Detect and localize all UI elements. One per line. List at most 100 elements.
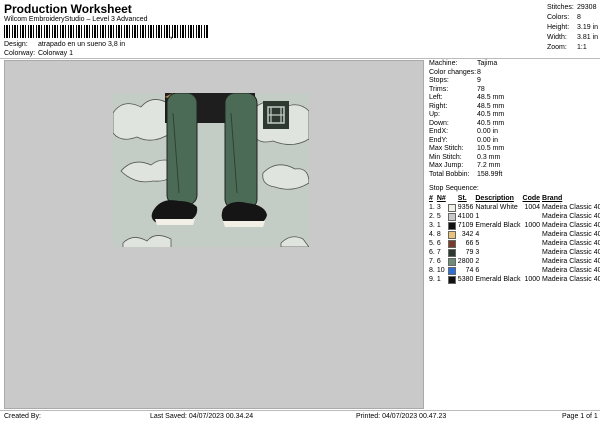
- design-row: Design: atrapado en un sueno 3,8 in: [4, 41, 125, 48]
- page-title: Production Worksheet: [4, 2, 132, 16]
- stop-needle: 1: [436, 222, 441, 229]
- stop-brand: Madeira Classic 40: [542, 213, 600, 220]
- stop-needle: 3: [436, 204, 441, 211]
- stop-sequence-title: Stop Sequence:: [429, 185, 479, 192]
- stop-swatch: [447, 257, 458, 266]
- stat-zoom: Zoom: 1:1: [547, 44, 587, 51]
- stat-width: Width: 3.81 in: [547, 34, 599, 41]
- stat-height: Height: 3.19 in: [547, 24, 599, 31]
- thread-color-swatch: [447, 203, 456, 212]
- stop-needle: 6: [436, 240, 441, 247]
- stop-stitches: 4100: [457, 213, 474, 220]
- stop-code: [523, 212, 543, 221]
- software-subtitle: Wilcom EmbroideryStudio – Level 3 Advanc…: [4, 16, 148, 23]
- info-total-bobbin: Total Bobbin: 158.99ft: [429, 170, 503, 178]
- design-value: atrapado en un sueno 3,8 in: [37, 41, 126, 48]
- stop-brand: Madeira Classic 40: [542, 204, 600, 211]
- footer-created-by: Created By:: [4, 413, 41, 420]
- stop-swatch: [447, 248, 458, 257]
- stop-stitches: 9356: [457, 204, 474, 211]
- thread-color-swatch: [447, 239, 456, 248]
- header-code: Code: [522, 195, 541, 202]
- footer-last-saved: Last Saved: 04/07/2023 00.34.24: [150, 413, 254, 420]
- info-color-changes: Color changes:8: [429, 68, 481, 76]
- stop-description: 4: [475, 231, 480, 238]
- footer-divider: [0, 410, 600, 411]
- stop-row: 9. 1 5380 Emerald Black 1000 Madeira Classic …: [429, 275, 600, 284]
- header-divider: [0, 58, 600, 59]
- thread-color-swatch: [447, 230, 456, 239]
- thread-color-swatch: [447, 275, 456, 284]
- stop-stitches: 79: [465, 249, 474, 256]
- stop-sequence-header: # N# St. Description Code Brand: [429, 194, 600, 203]
- stop-num: 7.: [429, 258, 435, 265]
- header-needle: N#: [436, 195, 446, 202]
- stop-needle: 10: [436, 267, 445, 274]
- stop-code: [523, 230, 543, 239]
- stat-stitches: Stitches: 29308: [547, 4, 597, 11]
- stop-description: Emerald Black: [475, 276, 521, 283]
- stop-needle: 8: [436, 231, 441, 238]
- stop-code: [523, 239, 543, 248]
- stop-brand: Madeira Classic 40: [542, 231, 600, 238]
- stop-swatch: [447, 239, 458, 248]
- stop-stitches: 5380: [457, 276, 474, 283]
- stop-needle: 6: [436, 258, 441, 265]
- info-right: Right: 48.5 mm: [429, 102, 505, 110]
- stop-needle: 7: [436, 249, 441, 256]
- stop-num: 5.: [429, 240, 435, 247]
- info-down: Down: 40.5 mm: [429, 119, 505, 127]
- stop-swatch: [447, 203, 458, 212]
- colorway-label: Colorway:: [4, 50, 36, 57]
- header-swatch: [448, 194, 458, 203]
- stop-brand: Madeira Classic 40: [542, 240, 600, 247]
- stop-stitches: 342: [461, 231, 474, 238]
- header-brand: Brand: [542, 195, 563, 202]
- stop-stitches: 2800: [457, 258, 474, 265]
- stop-row: 7. 6 2800 2 Madeira Classic 40: [429, 257, 600, 266]
- info-up: Up: 40.5 mm: [429, 111, 505, 118]
- stop-row: 1. 3 9356 Natural White 1004 Madeira Classic …: [429, 203, 600, 212]
- stop-num: 6.: [429, 249, 435, 256]
- stop-num: 3.: [429, 222, 435, 229]
- info-stops: Stops: 9: [429, 77, 481, 84]
- info-max-stitch: Max Stitch: 10.5 mm: [429, 145, 505, 152]
- stop-code: [523, 266, 543, 275]
- stop-code: [523, 248, 543, 257]
- stop-num: 8.: [429, 267, 435, 274]
- stop-swatch: [447, 221, 458, 230]
- stop-description: 2: [475, 258, 480, 265]
- info-machine: Machine: Tajima: [429, 60, 498, 67]
- stop-swatch: [447, 230, 458, 239]
- stop-description: 3: [475, 249, 480, 256]
- machine-info-panel: Machine: Tajima Color changes:8 Stops: 9 T…: [429, 60, 504, 179]
- colorway-value: Colorway 1: [37, 50, 73, 57]
- stop-code: [523, 257, 543, 266]
- stop-sequence-table: # N# St. Description Code Brand 1. 3 9356 N…: [429, 194, 600, 284]
- stop-stitches: 74: [465, 267, 474, 274]
- stop-swatch: [447, 275, 458, 284]
- thread-color-swatch: [447, 221, 456, 230]
- colorway-row: Colorway: Colorway 1: [4, 50, 73, 57]
- stop-needle: 1: [436, 276, 441, 283]
- stop-description: 6: [475, 267, 480, 274]
- svg-text:ATRAPADO: ATRAPADO: [128, 246, 294, 247]
- thread-color-swatch: [447, 266, 456, 275]
- stop-row: 8. 10 74 6 Madeira Classic 40: [429, 266, 600, 275]
- header-stitches: St.: [457, 195, 467, 202]
- embroidery-design-preview: ATRAPADO SUEÑO: [113, 93, 309, 247]
- stop-num: 2.: [429, 213, 435, 220]
- stop-num: 1.: [429, 204, 435, 211]
- info-max-jump: Max Jump: 7.2 mm: [429, 162, 501, 169]
- thread-color-swatch: [447, 257, 456, 266]
- info-endy: EndY: 0.00 in: [429, 136, 499, 144]
- info-trims: Trims: 78: [429, 85, 485, 93]
- stop-brand: Madeira Classic 40: [542, 258, 600, 265]
- stop-row: 2. 5 4100 1 Madeira Classic 40: [429, 212, 600, 221]
- stop-needle: 5: [436, 213, 441, 220]
- stop-swatch: [447, 266, 458, 275]
- stop-stitches: 66: [465, 240, 474, 247]
- stop-row: 5. 6 66 5 Madeira Classic 40: [429, 239, 600, 248]
- barcode-mark: ,: [170, 31, 173, 40]
- header-description: Description: [475, 195, 514, 202]
